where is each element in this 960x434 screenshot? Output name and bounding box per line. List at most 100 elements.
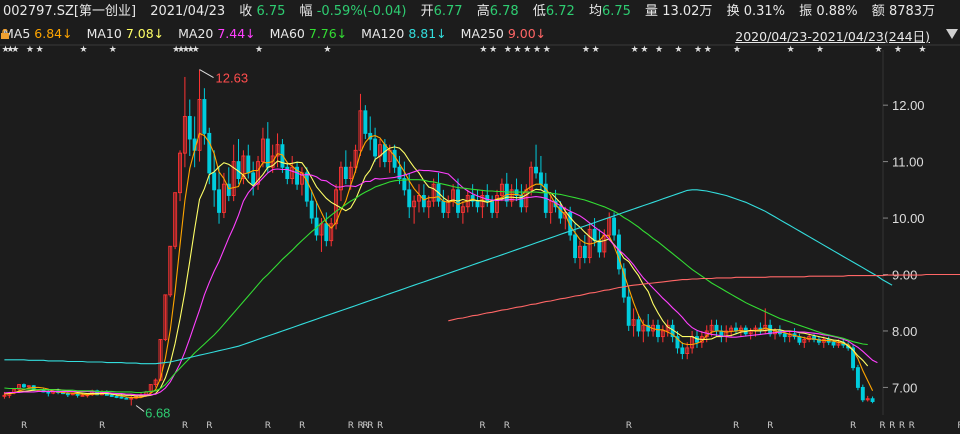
candle-body — [202, 99, 207, 134]
candle-body — [636, 319, 641, 332]
candle-body — [407, 189, 412, 208]
candle-body — [573, 234, 578, 259]
event-r-marker: R — [626, 421, 632, 431]
candle-body — [212, 172, 217, 191]
candle-body — [373, 138, 378, 157]
event-r-marker: R — [299, 421, 305, 431]
candle-body — [870, 398, 875, 402]
candle-body — [187, 116, 192, 140]
event-r-marker: R — [767, 421, 773, 431]
y-tick-label: 7.00 — [892, 380, 917, 395]
event-star-icon: ★ — [323, 45, 331, 55]
candle-body — [304, 172, 309, 202]
ma60-line — [4, 179, 868, 394]
event-star-icon: ★ — [489, 45, 497, 55]
low-annotation: 6.68 — [145, 405, 170, 420]
candle-body — [207, 132, 212, 174]
y-tick-label: 12.00 — [892, 98, 925, 113]
y-tick-label: 11.00 — [892, 155, 924, 170]
event-star-icon: ★ — [255, 45, 263, 55]
candle-body — [46, 391, 51, 394]
candle-body — [656, 324, 660, 338]
candlestick-chart[interactable]: 12.0011.0010.009.008.007.0012.636.68★★★ ★… — [0, 0, 960, 434]
event-r-marker: R — [879, 421, 885, 431]
candle-body — [855, 367, 860, 388]
event-r-marker: R — [850, 421, 856, 431]
event-star-icon: ★ — [192, 45, 200, 55]
event-star-icon: ★ — [36, 45, 44, 55]
candle-body — [441, 200, 446, 213]
event-r-marker: R — [182, 421, 188, 431]
candle-body — [612, 217, 617, 236]
y-tick-label: 8.00 — [892, 324, 917, 339]
event-r-marker: R — [348, 421, 354, 431]
event-star-icon: ★ — [733, 45, 741, 55]
candle-body — [592, 228, 597, 242]
event-r-marker: R — [367, 421, 373, 431]
event-star-icon: ★ — [816, 45, 824, 55]
high-pointer — [199, 69, 214, 79]
event-star-icon: ★ — [543, 45, 551, 55]
event-r-marker: R — [899, 421, 905, 431]
candle-body — [363, 110, 368, 134]
candle-body — [860, 386, 865, 401]
candle-body — [831, 341, 836, 346]
event-r-marker: R — [21, 421, 27, 431]
candle-body — [114, 396, 119, 398]
candle-body — [714, 324, 719, 332]
candle-body — [217, 189, 221, 213]
event-star-icon: ★ — [631, 45, 639, 55]
candle-body — [538, 172, 543, 185]
event-r-marker: R — [504, 421, 510, 431]
event-r-marker: R — [99, 421, 105, 431]
high-annotation: 12.63 — [216, 71, 249, 86]
event-star-icon: ★ — [79, 45, 87, 55]
ma10-line — [4, 146, 869, 397]
candle-body — [797, 336, 802, 343]
candle-body — [680, 347, 685, 354]
event-star-icon: ★ — [674, 45, 682, 55]
event-star-icon: ★ — [26, 45, 34, 55]
candle-body — [124, 397, 129, 400]
event-r-marker: R — [889, 421, 895, 431]
candle-body — [109, 394, 114, 397]
candle-body — [119, 396, 124, 399]
candle-body — [65, 393, 70, 396]
event-star-icon: ★ — [704, 45, 712, 55]
candle-body — [246, 155, 251, 174]
event-star-icon: ★ — [894, 45, 902, 55]
event-star-icon: ★ — [479, 45, 487, 55]
candle-body — [392, 149, 397, 168]
event-star-icon: ★ — [514, 45, 522, 55]
event-star-icon: ★ — [533, 45, 541, 55]
candle-body — [421, 195, 426, 208]
event-star-icon: ★ — [787, 45, 795, 55]
event-r-marker: R — [377, 421, 383, 431]
event-star-icon: ★ — [504, 45, 512, 55]
event-star-icon: ★ — [874, 45, 882, 55]
candle-body — [504, 183, 509, 202]
candle-body — [251, 172, 256, 185]
event-star-icon: ★ — [592, 45, 600, 55]
candle-body — [475, 200, 480, 208]
event-star-icon: ★ — [523, 45, 531, 55]
candle-body — [309, 200, 314, 219]
event-r-marker: R — [206, 421, 212, 431]
candle-body — [343, 166, 348, 179]
event-r-marker: R — [733, 421, 739, 431]
event-star-icon: ★ — [640, 45, 648, 55]
event-star-icon: ★ — [655, 45, 663, 55]
event-r-marker: R — [265, 421, 271, 431]
candle-body — [324, 223, 329, 242]
candle-body — [21, 384, 26, 388]
candle-body — [490, 200, 495, 213]
candle-body — [626, 296, 631, 326]
candle-body — [782, 333, 787, 338]
event-star-icon: ★ — [109, 45, 117, 55]
event-r-marker: R — [479, 421, 485, 431]
candle-body — [534, 166, 539, 174]
event-r-marker: R — [909, 421, 915, 431]
event-star-icon: ★ — [694, 45, 702, 55]
y-tick-label: 10.00 — [892, 211, 925, 226]
event-star-icon: ★ — [918, 45, 926, 55]
